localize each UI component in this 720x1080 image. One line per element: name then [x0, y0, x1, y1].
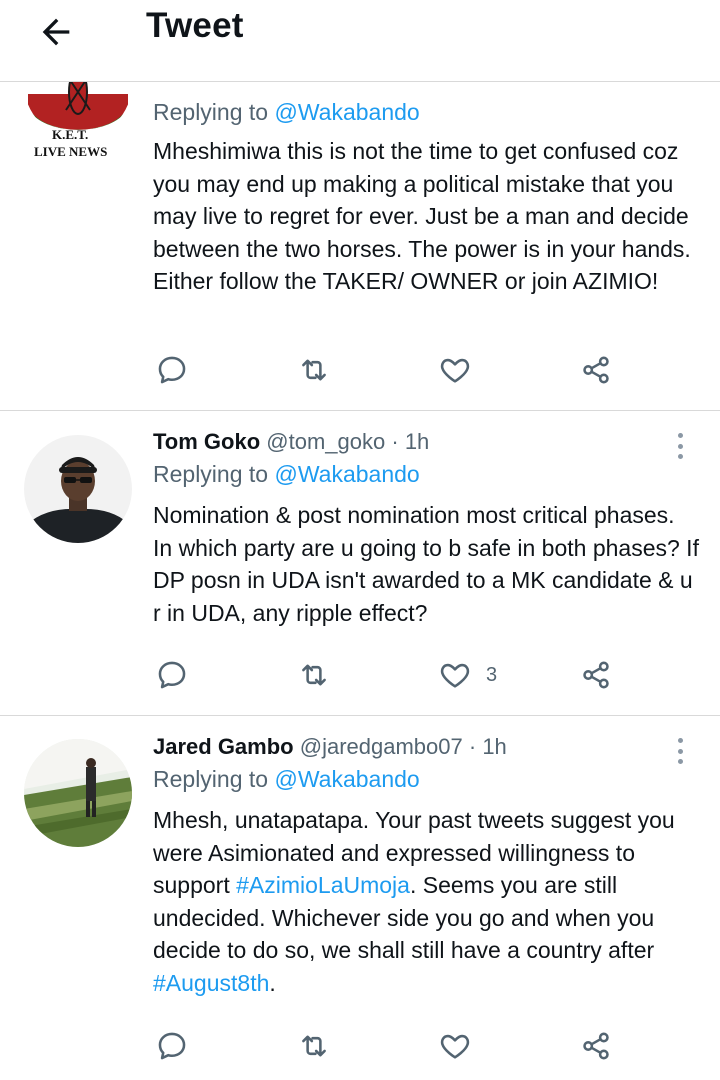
- tweet-text: Nomination & post nomination most critic…: [153, 502, 699, 626]
- display-name[interactable]: Tom Goko: [153, 429, 260, 454]
- comment-icon: [158, 661, 186, 689]
- share-button[interactable]: [579, 655, 613, 695]
- tweet-text: Mhesh, unatapatapa. Your past tweets sug…: [153, 804, 700, 999]
- replying-to: Replying to @Wakabando: [153, 97, 700, 127]
- hashtag-link[interactable]: #August8th: [153, 970, 269, 996]
- replying-prefix: Replying to: [153, 461, 275, 487]
- avatar-caption-line1: K.E.T.: [52, 127, 89, 142]
- tweet-reply-2[interactable]: Tom Goko @tom_goko · 1h Replying to @Wak…: [0, 411, 720, 716]
- arrow-left-icon: [42, 18, 70, 46]
- retweet-button[interactable]: [297, 1026, 331, 1066]
- reply-button[interactable]: [155, 1026, 189, 1066]
- like-button[interactable]: 3: [438, 655, 497, 695]
- replying-prefix: Replying to: [153, 99, 275, 125]
- replying-to: Replying to @Wakabando: [153, 459, 700, 489]
- replying-prefix: Replying to: [153, 766, 275, 792]
- hashtag-link[interactable]: #AzimioLaUmoja: [236, 872, 410, 898]
- tweet-text-part: .: [269, 969, 276, 996]
- retweet-button[interactable]: [297, 350, 331, 390]
- share-button[interactable]: [579, 350, 613, 390]
- share-icon: [583, 1032, 609, 1060]
- heart-icon: [440, 358, 470, 383]
- replying-to: Replying to @Wakabando: [153, 764, 700, 794]
- mention-link[interactable]: @Wakabando: [274, 766, 419, 792]
- share-button[interactable]: [579, 1026, 613, 1066]
- back-button[interactable]: [34, 10, 78, 54]
- mention-link[interactable]: @Wakabando: [274, 461, 419, 487]
- heart-icon: [440, 1034, 470, 1059]
- reply-button[interactable]: [155, 350, 189, 390]
- timestamp[interactable]: 1h: [482, 734, 506, 759]
- comment-icon: [158, 1032, 186, 1060]
- display-name[interactable]: Jared Gambo: [153, 734, 294, 759]
- tweet-meta: Tom Goko @tom_goko · 1h: [153, 427, 700, 457]
- like-button[interactable]: [438, 350, 472, 390]
- like-button[interactable]: [438, 1026, 472, 1066]
- retweet-icon: [302, 664, 326, 686]
- heart-icon: [440, 663, 470, 688]
- share-icon: [583, 356, 609, 384]
- tweet-meta: Jared Gambo @jaredgambo07 · 1h: [153, 732, 700, 762]
- avatar-caption-line2: LIVE NEWS: [34, 144, 108, 159]
- comment-icon: [158, 356, 186, 384]
- meta-separator: ·: [468, 734, 477, 759]
- reply-button[interactable]: [155, 655, 189, 695]
- timestamp[interactable]: 1h: [405, 429, 429, 454]
- retweet-icon: [302, 1035, 326, 1057]
- header-bar: Tweet: [0, 0, 720, 82]
- retweet-button[interactable]: [297, 655, 331, 695]
- tweet-actions: 3: [153, 655, 633, 695]
- user-handle[interactable]: @tom_goko: [266, 429, 385, 454]
- tweet-text: Mheshimiwa this is not the time to get c…: [153, 138, 691, 294]
- mention-link[interactable]: @Wakabando: [274, 99, 419, 125]
- like-count: 3: [486, 663, 498, 686]
- avatar[interactable]: [24, 739, 132, 847]
- meta-separator: ·: [391, 429, 399, 454]
- user-photo-avatar: [24, 739, 132, 847]
- share-icon: [583, 661, 609, 689]
- user-photo-avatar: [24, 435, 132, 543]
- page-title: Tweet: [146, 6, 244, 45]
- tweet-reply-3[interactable]: Jared Gambo @jaredgambo07 · 1h Replying …: [0, 716, 720, 1080]
- tweet-actions: [153, 350, 633, 390]
- user-handle[interactable]: @jaredgambo07: [300, 734, 463, 759]
- avatar[interactable]: [24, 435, 132, 543]
- tweet-actions: [153, 1026, 633, 1066]
- retweet-icon: [302, 359, 326, 381]
